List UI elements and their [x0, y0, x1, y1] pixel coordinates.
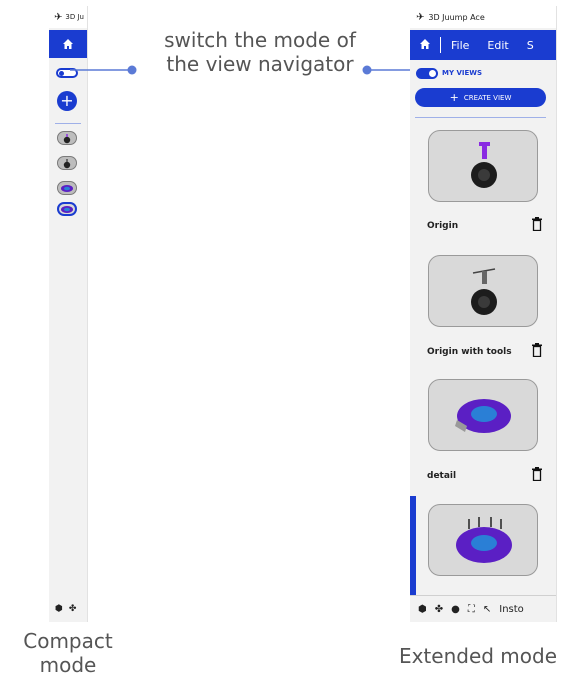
view-name: Origin with tools — [427, 347, 512, 357]
my-views-label: MY VIEWS — [442, 69, 483, 77]
part-thumbnail-icon — [61, 184, 73, 192]
home-icon — [420, 38, 430, 49]
extended-title-bar: ✈ 3D Juump Ace — [410, 6, 556, 28]
view-card-origin-with-tools[interactable] — [428, 255, 538, 327]
compact-app-title: 3D Ju — [65, 13, 84, 21]
trash-icon[interactable] — [532, 217, 542, 231]
compact-title-bar: ✈ 3D Ju — [49, 6, 87, 28]
compact-mode-caption: Compact mode — [0, 629, 136, 677]
wheel-thumbnail-icon — [63, 158, 71, 168]
part-thumbnail-icon — [456, 517, 512, 563]
home-button[interactable] — [410, 38, 440, 53]
compact-navigator-panel: ✈ 3D Ju + ⬢✤ — [49, 6, 88, 622]
view-thumb-detail[interactable] — [57, 181, 77, 195]
menu-file[interactable]: File — [451, 39, 469, 52]
extended-mode-caption: Extended mode — [398, 644, 558, 668]
fit-icon[interactable]: ⛶ — [468, 604, 475, 615]
wheel-thumbnail-icon — [63, 133, 71, 143]
create-view-label: CREATE VIEW — [463, 93, 512, 102]
menu-separator — [440, 37, 441, 53]
cube-icon[interactable]: ⬢ — [55, 604, 69, 614]
annotation-connector-lines — [70, 65, 414, 75]
view-card-detail[interactable] — [428, 379, 538, 451]
view-card-origin[interactable] — [428, 130, 538, 202]
cube-icon[interactable]: ⬢ — [418, 604, 427, 615]
status-text: Insto — [499, 603, 524, 615]
view-thumb-origin-with-tools[interactable] — [57, 156, 77, 170]
view-name: detail — [427, 471, 457, 481]
sphere-icon[interactable]: ✤ — [435, 604, 443, 615]
extended-bottom-toolbar: ⬢ ✤ ● ⛶ ↖ Insto — [410, 595, 556, 622]
compact-bottom-toolbar: ⬢✤ — [55, 604, 82, 614]
extended-app-title: 3D Juump Ace — [428, 12, 485, 22]
part-thumbnail-icon — [61, 205, 73, 213]
menu-bar: File Edit S — [410, 30, 556, 60]
create-view-button[interactable]: + — [57, 91, 77, 111]
wheel-thumbnail-icon — [471, 268, 497, 315]
solid-sphere-icon[interactable]: ● — [451, 604, 460, 615]
extended-navigator-panel: ✈ 3D Juump Ace File Edit S MY VIEWS + CR… — [410, 6, 557, 622]
menu-s[interactable]: S — [527, 39, 534, 52]
view-thumb-active[interactable] — [57, 202, 77, 216]
toggle-knob — [59, 71, 64, 76]
wheel-thumbnail-icon — [471, 142, 497, 188]
view-navigator-mode-toggle[interactable] — [416, 68, 438, 79]
compact-caption-line-1: Compact — [23, 629, 113, 653]
sphere-icon[interactable]: ✤ — [69, 604, 83, 614]
plus-icon: + — [60, 91, 74, 110]
compact-caption-line-2: mode — [39, 653, 97, 677]
view-name: Origin — [427, 221, 459, 231]
create-view-button[interactable]: + CREATE VIEW — [415, 88, 546, 107]
home-icon — [63, 39, 73, 49]
logo-icon: ✈ — [54, 11, 63, 23]
view-thumb-origin[interactable] — [57, 131, 77, 145]
compact-home-button[interactable] — [49, 30, 87, 58]
plus-icon: + — [449, 91, 459, 104]
cursor-icon[interactable]: ↖ — [483, 604, 491, 615]
trash-icon[interactable] — [532, 467, 542, 481]
logo-icon: ✈ — [416, 11, 425, 23]
trash-icon[interactable] — [532, 343, 542, 357]
toggle-knob — [429, 70, 436, 77]
part-thumbnail-icon — [455, 399, 511, 433]
divider — [55, 123, 81, 124]
view-card-active[interactable] — [428, 504, 538, 576]
menu-edit[interactable]: Edit — [487, 39, 508, 52]
annotation-line-1: switch the mode of — [164, 28, 356, 52]
divider — [415, 117, 546, 118]
